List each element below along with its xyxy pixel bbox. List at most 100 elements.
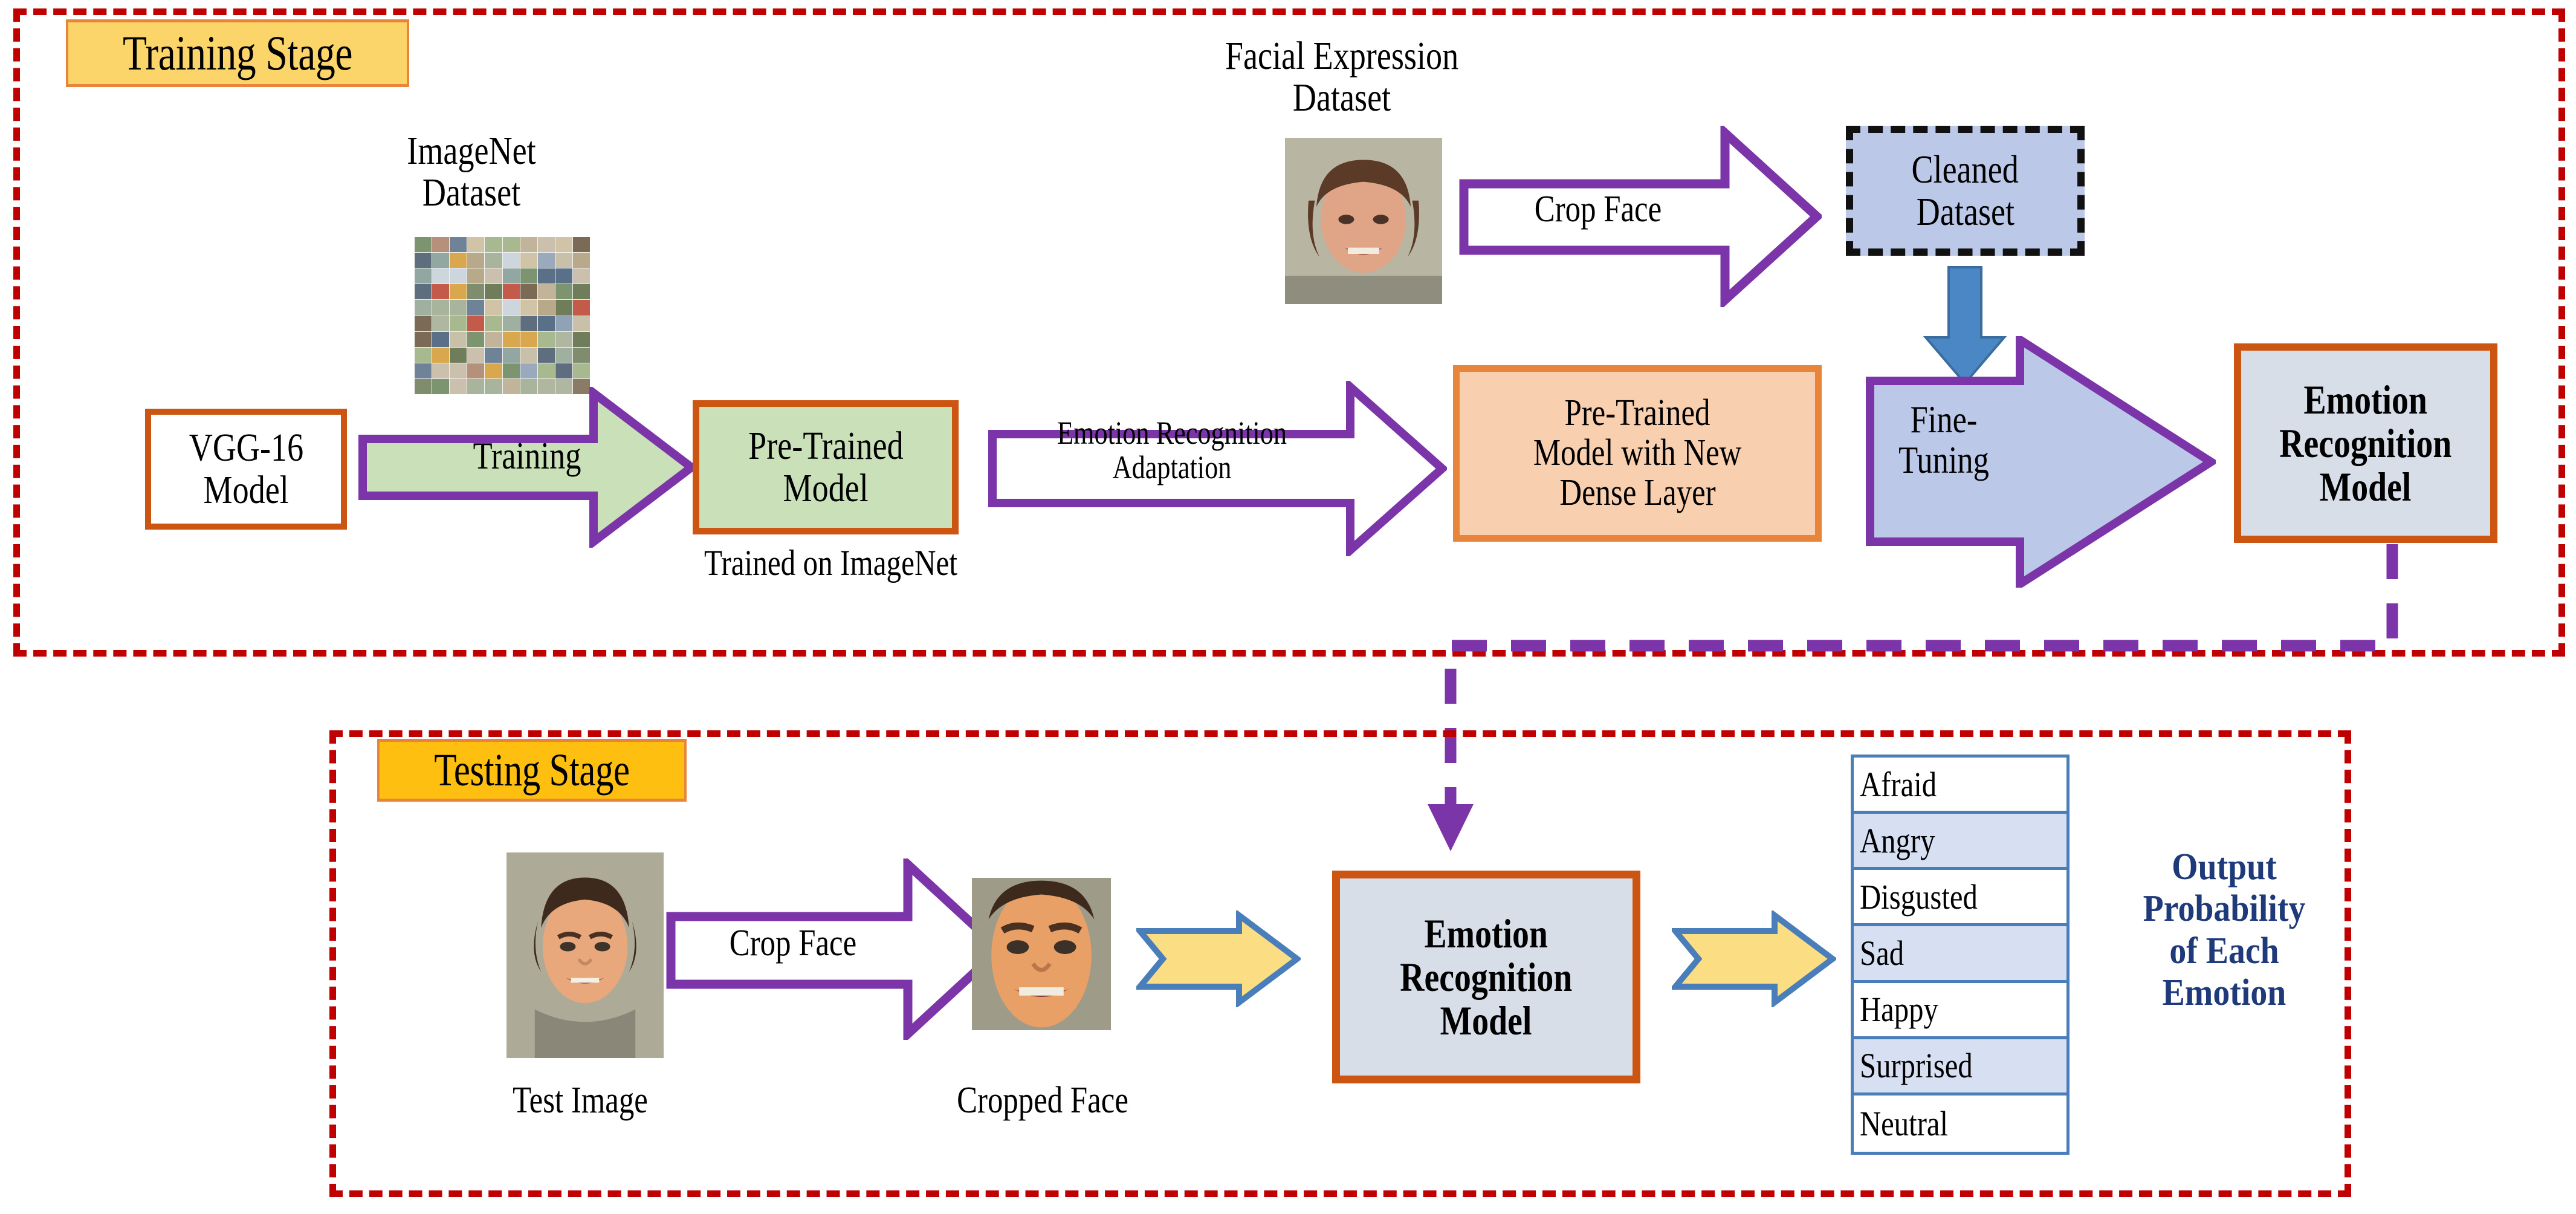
thumbnail-tile <box>432 347 450 363</box>
pretrained-model-new-dense-layer-box: Pre-Trained Model with New Dense Layer <box>1453 365 1822 542</box>
thumbnail-tile <box>555 363 572 378</box>
emotion-label: Disgusted <box>1860 877 1978 917</box>
thumbnail-tile <box>432 331 450 347</box>
test-image-caption: Test Image <box>513 1080 648 1121</box>
thumbnail-tile <box>415 331 432 347</box>
thumbnail-tile <box>572 331 590 347</box>
thumbnail-tile <box>450 316 467 331</box>
thumbnail-tile <box>485 253 502 268</box>
thumbnail-tile <box>485 237 502 253</box>
emotion-list-item: Disgusted <box>1854 870 2066 927</box>
male-face-photo <box>506 852 664 1058</box>
thumbnail-tile <box>415 253 432 268</box>
thumbnail-tile <box>572 363 590 378</box>
thumbnail-tile <box>485 331 502 347</box>
thumbnail-tile <box>485 363 502 378</box>
thumbnail-tile <box>572 284 590 300</box>
testing-stage-badge: Testing Stage <box>377 739 687 802</box>
emotion-recognition-model-box-testing: Emotion Recognition Model <box>1332 871 1640 1083</box>
thumbnail-tile <box>485 284 502 300</box>
thumbnail-tile <box>502 347 520 363</box>
thumbnail-tile <box>555 347 572 363</box>
thumbnail-tile <box>450 363 467 378</box>
emotion-label: Afraid <box>1860 764 1937 804</box>
thumbnail-tile <box>467 253 485 268</box>
thumbnail-tile <box>415 237 432 253</box>
thumbnail-tile <box>432 253 450 268</box>
thumbnail-tile <box>520 300 537 316</box>
imagenet-dataset-label: ImageNet Dataset <box>407 129 536 215</box>
facial-expression-dataset-label: Facial Expression Dataset <box>1225 34 1459 120</box>
thumbnail-tile <box>502 363 520 378</box>
thumbnail-tile <box>520 237 537 253</box>
thumbnail-tile <box>415 268 432 284</box>
thumbnail-tile <box>537 316 555 331</box>
thumbnail-tile <box>467 268 485 284</box>
thumbnail-tile <box>415 363 432 378</box>
thumbnail-tile <box>450 331 467 347</box>
emotion-output-list: Afraid Angry Disgusted Sad Happy Surprised Neu… <box>1851 755 2070 1155</box>
thumbnail-tile <box>555 331 572 347</box>
thumbnail-tile <box>467 316 485 331</box>
thumbnail-tile <box>467 237 485 253</box>
thumbnail-tile <box>450 284 467 300</box>
thumbnail-tile <box>555 253 572 268</box>
fine-tuning-arrow: Fine- Tuning <box>1865 336 2216 588</box>
emotion-recognition-model-box-training: Emotion Recognition Model <box>2234 343 2497 543</box>
thumbnail-tile <box>467 347 485 363</box>
thumbnail-tile <box>502 316 520 331</box>
testing-stage-title: Testing Stage <box>434 744 630 796</box>
thumbnail-tile <box>555 284 572 300</box>
thumbnail-tile <box>415 316 432 331</box>
thumbnail-tile <box>572 347 590 363</box>
trained-on-imagenet-caption: Trained on ImageNet <box>704 543 958 583</box>
thumbnail-tile <box>520 331 537 347</box>
thumbnail-tile <box>502 268 520 284</box>
thumbnail-tile <box>502 300 520 316</box>
cropped-male-face-photo <box>972 878 1111 1030</box>
thumbnail-tile <box>467 363 485 378</box>
thumbnail-tile <box>485 268 502 284</box>
emotion-label: Neutral <box>1860 1103 1949 1143</box>
emotion-list-item: Angry <box>1854 814 2066 871</box>
female-face-photo <box>1285 138 1442 304</box>
thumbnail-tile <box>520 347 537 363</box>
thumbnail-tile <box>572 316 590 331</box>
thumbnail-tile <box>485 347 502 363</box>
thumbnail-tile <box>432 237 450 253</box>
thumbnail-tile <box>450 300 467 316</box>
training-stage-badge: Training Stage <box>66 19 409 87</box>
crop-face-arrow-testing: Crop Face <box>666 859 1005 1040</box>
thumbnail-tile <box>537 237 555 253</box>
thumbnail-tile <box>520 363 537 378</box>
thumbnail-tile <box>415 300 432 316</box>
emotion-list-item: Surprised <box>1854 1039 2066 1096</box>
thumbnail-tile <box>432 268 450 284</box>
thumbnail-tile <box>432 316 450 331</box>
thumbnail-tile <box>537 300 555 316</box>
thumbnail-tile <box>450 268 467 284</box>
diagram-canvas: Training Stage ImageNet Dataset VGG-16 M… <box>0 0 2576 1214</box>
emotion-list-item: Sad <box>1854 926 2066 983</box>
thumbnail-tile <box>502 253 520 268</box>
thumbnail-tile <box>502 284 520 300</box>
training-arrow: Training <box>358 387 696 548</box>
thumbnail-tile <box>555 300 572 316</box>
thumbnail-tile <box>572 300 590 316</box>
cropped-face-caption: Cropped Face <box>957 1080 1128 1121</box>
pretrained-model-box: Pre-Trained Model <box>693 400 959 534</box>
thumbnail-tile <box>537 268 555 284</box>
thumbnail-tile <box>537 331 555 347</box>
thumbnail-tile <box>520 253 537 268</box>
emotion-list-item: Afraid <box>1854 758 2066 814</box>
thumbnail-tile <box>520 268 537 284</box>
thumbnail-tile <box>415 284 432 300</box>
thumbnail-tile <box>502 237 520 253</box>
emotion-label: Sad <box>1860 933 1904 973</box>
thumbnail-tile <box>520 284 537 300</box>
thumbnail-tile <box>467 300 485 316</box>
thumbnail-tile <box>432 300 450 316</box>
thumbnail-tile <box>450 347 467 363</box>
thumbnail-tile <box>450 237 467 253</box>
yellow-arrow-to-output <box>1672 910 1836 1007</box>
